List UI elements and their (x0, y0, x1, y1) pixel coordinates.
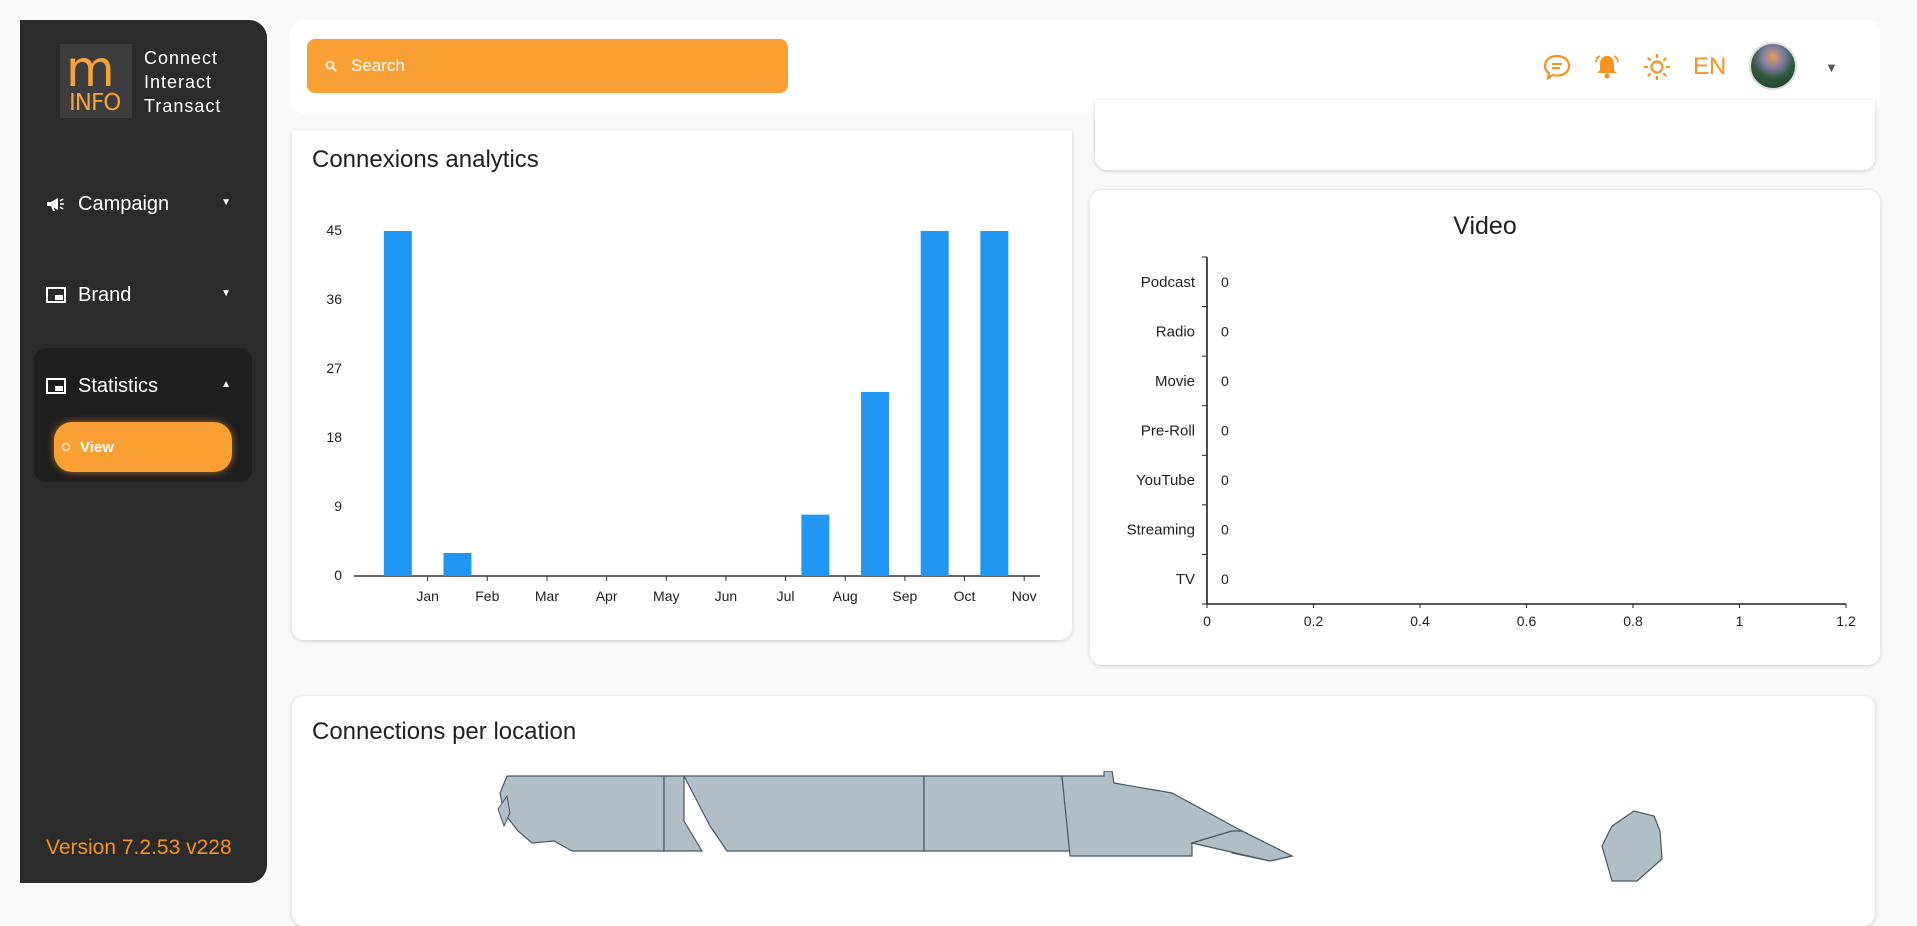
y-tick-label: 9 (334, 498, 342, 514)
logo-info: INFO (69, 90, 121, 116)
sidebar-item-statistics[interactable]: Statistics ▲ (40, 362, 245, 410)
map-region-montana (683, 775, 925, 852)
picture-in-picture-icon (46, 378, 68, 394)
map-region-north-dakota (923, 775, 1071, 852)
bar (801, 514, 830, 576)
data-label: 0 (1221, 472, 1229, 488)
connexions-bar-chart: 0 9 18 27 36 45 Jan Feb Mar Apr May Jun Jul Aug Sep Oct… (326, 222, 1040, 604)
data-label: 0 (1221, 522, 1229, 538)
bar (443, 553, 472, 576)
bar (920, 231, 949, 576)
x-tick-label: Apr (596, 588, 618, 604)
video-card: Video Podcast 0 Radio 0 Movie 0 Pre-Roll 0 YouTu… (1090, 190, 1880, 665)
bell-icon[interactable] (1592, 52, 1622, 82)
x-tick-label: Jun (715, 588, 738, 604)
sidebar-item-label: Statistics (78, 374, 159, 397)
map-region-washington (499, 775, 665, 852)
x-tick-label: Jan (416, 588, 439, 604)
video-bar-chart: Podcast 0 Radio 0 Movie 0 Pre-Roll 0 YouTube 0 Str… (1127, 256, 1856, 629)
top-right-card (1095, 100, 1875, 170)
y-tick-label: 45 (326, 222, 342, 238)
x-tick-label: 1 (1736, 613, 1744, 629)
sidebar-subitem-view[interactable]: View (54, 422, 232, 472)
subitem-label: View (80, 438, 114, 456)
x-tick-label: Oct (954, 588, 976, 604)
sidebar: m INFO Connect Interact Transact Campaig… (20, 20, 267, 883)
data-label: 0 (1221, 274, 1229, 290)
data-label: 0 (1221, 373, 1229, 389)
tagline-line: Interact (144, 72, 213, 92)
caret-down-icon: ▼ (221, 197, 231, 208)
y-tick-label: 27 (326, 360, 342, 376)
x-tick-label: Aug (833, 588, 858, 604)
picture-in-picture-icon (46, 287, 68, 303)
caret-down-icon[interactable]: ▼ (1825, 60, 1838, 75)
sidebar-item-brand[interactable]: Brand ▼ (40, 271, 245, 319)
category-label: Podcast (1141, 274, 1196, 291)
x-tick-label: 0.2 (1304, 613, 1324, 629)
x-tick-label: 0.6 (1517, 613, 1537, 629)
sidebar-item-label: Brand (78, 283, 132, 306)
y-tick-label: 0 (334, 567, 342, 583)
card-title: Connections per location (312, 718, 577, 745)
language-selector[interactable]: EN (1693, 53, 1726, 81)
y-tick-label: 36 (326, 291, 342, 307)
category-label: Pre-Roll (1141, 423, 1195, 440)
sidebar-item-label: Campaign (78, 192, 170, 215)
sidebar-item-campaign[interactable]: Campaign ▼ (40, 180, 245, 228)
x-tick-label: Feb (475, 588, 499, 604)
caret-down-icon: ▼ (221, 288, 231, 299)
data-label: 0 (1221, 323, 1229, 339)
category-label: Movie (1155, 373, 1195, 390)
tagline-line: Transact (144, 96, 222, 116)
brand-tagline: Connect Interact Transact (144, 46, 221, 118)
data-label: 0 (1221, 423, 1229, 439)
search-icon (325, 60, 341, 72)
category-label: TV (1176, 571, 1195, 588)
version-label: Version 7.2.53 v228 (46, 836, 232, 859)
bar (980, 231, 1009, 576)
logo-mark: m INFO (60, 40, 132, 118)
brand-logo[interactable]: m INFO Connect Interact Transact (60, 40, 230, 124)
x-tick-label: Sep (892, 588, 917, 604)
caret-up-icon: ▲ (221, 379, 231, 390)
bullet-icon (62, 443, 70, 451)
avatar[interactable] (1749, 42, 1797, 90)
connexions-analytics-card: Connexions analytics 0 9 18 27 36 45 Jan Feb Mar… (292, 130, 1072, 640)
y-tick-label: 18 (326, 429, 342, 445)
location-card: Connections per location (292, 696, 1875, 926)
search-bar[interactable] (307, 39, 788, 93)
x-tick-label: 0.4 (1410, 613, 1430, 629)
x-tick-label: 0.8 (1623, 613, 1643, 629)
megaphone-icon (46, 196, 68, 212)
category-label: Streaming (1127, 522, 1195, 539)
search-input[interactable] (351, 56, 771, 76)
map-region-maine (1601, 810, 1663, 882)
bar (383, 231, 412, 576)
usa-map[interactable] (292, 771, 1875, 891)
sun-icon[interactable] (1642, 52, 1672, 82)
chat-icon[interactable] (1542, 52, 1572, 82)
x-tick-label: Jul (777, 588, 795, 604)
data-label: 0 (1221, 571, 1229, 587)
category-label: YouTube (1136, 472, 1195, 489)
bar (861, 392, 890, 576)
x-tick-label: May (653, 588, 679, 604)
category-label: Radio (1156, 323, 1195, 340)
tagline-line: Connect (144, 48, 219, 68)
x-tick-label: Nov (1012, 588, 1037, 604)
x-tick-label: Mar (535, 588, 559, 604)
x-tick-label: 1.2 (1836, 613, 1856, 629)
x-tick-label: 0 (1203, 613, 1211, 629)
